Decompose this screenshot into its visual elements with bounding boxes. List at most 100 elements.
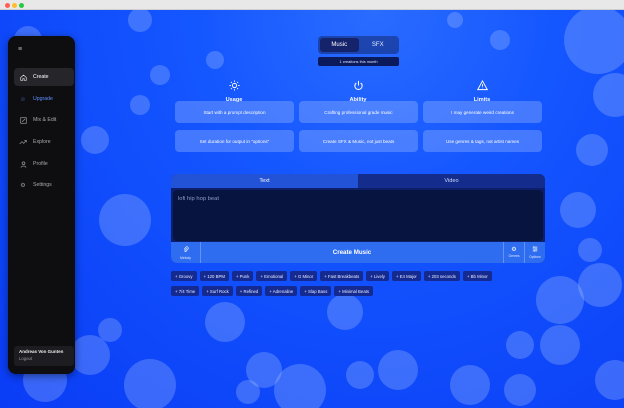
logout-link[interactable]: Logout: [19, 356, 69, 361]
create-music-button[interactable]: Create Music: [201, 242, 503, 263]
background-bubble: [564, 10, 624, 74]
background-bubble: [490, 30, 510, 50]
info-card: Create SFX & Music, not just beats: [299, 130, 418, 152]
suggestion-chip[interactable]: + Adrenaline: [265, 286, 298, 296]
suggestion-chip[interactable]: + Refined: [235, 286, 263, 296]
suggestion-chip[interactable]: + 7/4 Time: [171, 286, 200, 296]
info-card: Use genres & tags, not artist names: [423, 130, 542, 152]
genres-icon: ⚙: [511, 247, 517, 253]
background-bubble: [70, 335, 110, 375]
suggestion-chip[interactable]: + 120 BPM: [199, 271, 229, 281]
suggestion-chip[interactable]: + Emotional: [256, 271, 288, 281]
suggestion-chips: + Groovy + 120 BPM + Punk + Emotional + …: [171, 271, 551, 301]
background-bubble: [560, 192, 596, 228]
background-bubble: [540, 325, 580, 365]
suggestion-chip[interactable]: + 203 seconds: [423, 271, 460, 281]
home-icon: [19, 74, 27, 81]
chip-row: + 7/4 Time + Surf Rock + Refined + Adren…: [171, 286, 551, 296]
genres-button[interactable]: ⚙ Genres: [503, 242, 524, 263]
background-bubble: [578, 238, 602, 262]
suggestion-chip[interactable]: + Slap Bass: [300, 286, 332, 296]
chip-row: + Groovy + 120 BPM + Punk + Emotional + …: [171, 271, 551, 281]
info-card: Crafting professional grade music: [299, 101, 418, 123]
mode-sfx[interactable]: SFX: [359, 38, 398, 52]
sidebar-item-mix-edit[interactable]: Mix & Edit: [14, 111, 74, 129]
background-bubble: [346, 361, 374, 389]
hamburger-icon[interactable]: ≡: [18, 46, 22, 53]
prompt-panel: Text Video lofi hip hop beat Melody Crea…: [171, 174, 545, 263]
trending-icon: [19, 139, 27, 145]
window-titlebar: [0, 0, 624, 10]
background-bubble: [206, 51, 224, 69]
prompt-tabs: Text Video: [171, 174, 545, 188]
app-canvas: ≡ Create ☆ Upgrade Mix & Edit Explore Pr…: [0, 10, 624, 408]
zoom-window-button[interactable]: [19, 2, 24, 8]
genres-label: Genres: [508, 254, 520, 258]
minimize-window-button[interactable]: [12, 2, 17, 8]
background-bubble: [595, 360, 624, 400]
background-bubble: [504, 374, 536, 406]
sidebar: ≡ Create ☆ Upgrade Mix & Edit Explore Pr…: [8, 36, 75, 374]
options-icon: [532, 246, 538, 255]
background-bubble: [274, 364, 326, 408]
options-button[interactable]: Options: [524, 242, 545, 263]
suggestion-chip[interactable]: + Groovy: [171, 271, 197, 281]
suggestion-chip[interactable]: + Lively: [366, 271, 389, 281]
sidebar-item-label: Create: [33, 74, 49, 80]
gear-icon: ⚙: [20, 182, 26, 189]
options-label: Options: [529, 255, 541, 259]
background-bubble: [578, 263, 622, 307]
info-card: Set duration for output in "options": [175, 130, 294, 152]
background-bubble: [450, 365, 490, 405]
background-bubble: [81, 126, 109, 154]
credits-counter: 1 creations this month: [318, 57, 399, 66]
suggestion-chip[interactable]: + Bb Minor: [462, 271, 492, 281]
user-icon: [19, 160, 27, 168]
sidebar-item-profile[interactable]: Profile: [14, 155, 74, 173]
sidebar-item-upgrade[interactable]: ☆ Upgrade: [14, 90, 74, 108]
melody-button[interactable]: Melody: [171, 242, 201, 263]
user-name: Andreas Von Gunten: [19, 349, 64, 354]
power-icon: [308, 80, 408, 94]
tab-text[interactable]: Text: [171, 174, 358, 188]
sidebar-item-create[interactable]: Create: [14, 68, 74, 86]
background-bubble: [576, 134, 608, 166]
background-bubble: [593, 73, 624, 117]
mode-music[interactable]: Music: [320, 38, 359, 52]
suggestion-chip[interactable]: + Surf Rock: [202, 286, 233, 296]
suggestion-chip[interactable]: + Minimal Beats: [334, 286, 374, 296]
background-bubble: [506, 331, 534, 359]
background-bubble: [128, 10, 152, 32]
background-bubble: [130, 95, 150, 115]
background-bubble: [236, 380, 260, 404]
sidebar-item-label: Mix & Edit: [33, 117, 57, 123]
background-bubble: [150, 65, 170, 85]
user-account[interactable]: Andreas Von Gunten Logout: [14, 346, 74, 366]
suggestion-chip[interactable]: + G Minor: [290, 271, 318, 281]
sidebar-item-settings[interactable]: ⚙ Settings: [14, 176, 74, 194]
sidebar-item-label: Explore: [33, 139, 51, 145]
edit-icon: [19, 116, 27, 124]
sun-icon: [184, 80, 284, 94]
info-card: I may generate weird creations: [423, 101, 542, 123]
sidebar-item-explore[interactable]: Explore: [14, 133, 74, 151]
background-bubble: [124, 359, 176, 408]
tab-video[interactable]: Video: [358, 174, 545, 188]
sidebar-item-label: Settings: [33, 182, 52, 188]
background-bubble: [378, 350, 418, 390]
sidebar-item-label: Upgrade: [33, 96, 53, 102]
suggestion-chip[interactable]: + Fast Breakbeats: [320, 271, 364, 281]
prompt-input[interactable]: lofi hip hop beat: [173, 190, 543, 241]
prompt-toolbar: Melody Create Music ⚙ Genres Options: [171, 242, 545, 263]
feature-limits: Limits: [432, 79, 532, 103]
feature-usage: Usage: [184, 80, 284, 103]
mode-toggle: Music SFX: [318, 36, 399, 54]
suggestion-chip[interactable]: + E4 Major: [391, 271, 421, 281]
star-icon: ☆: [20, 96, 26, 103]
close-window-button[interactable]: [5, 2, 10, 8]
info-card: Start with a prompt description: [175, 101, 294, 123]
background-bubble: [205, 302, 245, 342]
suggestion-chip[interactable]: + Punk: [231, 271, 254, 281]
paperclip-icon: [183, 245, 189, 256]
feature-ability: Ability: [308, 80, 408, 103]
